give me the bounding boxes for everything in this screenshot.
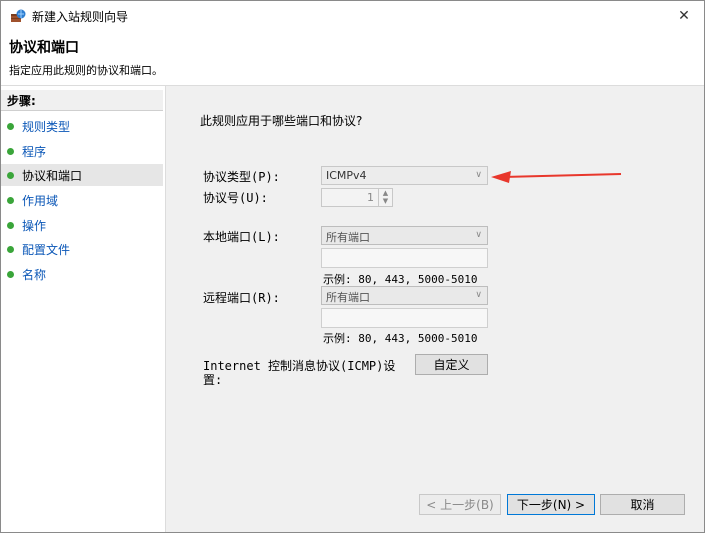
icmp-settings-label-cont: 置:	[203, 373, 223, 387]
steps-heading: 步骤:	[1, 90, 163, 111]
page-subtitle: 指定应用此规则的协议和端口。	[9, 64, 163, 77]
spin-arrows-icon[interactable]: ▲ ▼	[379, 188, 393, 207]
back-button[interactable]: < 上一步(B)	[419, 494, 501, 515]
remote-port-select[interactable]: 所有端口 ∨	[321, 286, 488, 305]
step-dot-icon	[7, 171, 14, 179]
content-panel: 此规则应用于哪些端口和协议? 协议类型(P): ICMPv4 ∨ 协议号(U):…	[166, 86, 704, 532]
step-dot-icon	[7, 221, 14, 229]
step-program[interactable]: 程序	[1, 140, 163, 162]
step-dot-icon	[7, 122, 14, 130]
local-port-select[interactable]: 所有端口 ∨	[321, 226, 488, 245]
customize-button[interactable]: 自定义	[415, 354, 488, 375]
protocol-number-stepper[interactable]: 1 ▲ ▼	[321, 188, 393, 207]
protocol-type-select[interactable]: ICMPv4 ∨	[321, 166, 488, 185]
close-button[interactable]: ✕	[664, 1, 704, 31]
step-dot-icon	[7, 270, 14, 278]
question-text: 此规则应用于哪些端口和协议?	[200, 114, 363, 128]
firewall-app-icon	[11, 9, 26, 22]
local-port-value: 所有端口	[326, 231, 370, 244]
local-port-label: 本地端口(L):	[203, 230, 280, 244]
page-title: 协议和端口	[9, 40, 79, 56]
step-dot-icon	[7, 245, 14, 253]
step-label: 作用域	[22, 193, 59, 208]
protocol-type-value: ICMPv4	[326, 169, 367, 182]
chevron-down-icon: ∨	[475, 290, 482, 300]
step-dot-icon	[7, 196, 14, 204]
step-label: 名称	[22, 267, 47, 282]
protocol-type-label: 协议类型(P):	[203, 170, 280, 184]
title-bar: 新建入站规则向导 ✕	[1, 1, 704, 31]
wizard-window: 新建入站规则向导 ✕ 协议和端口 指定应用此规则的协议和端口。 步骤: 规则类型…	[0, 0, 705, 533]
step-label: 配置文件	[22, 242, 71, 257]
page-header: 协议和端口 指定应用此规则的协议和端口。	[1, 31, 704, 86]
step-name[interactable]: 名称	[1, 263, 163, 285]
chevron-down-icon: ∨	[475, 230, 482, 240]
chevron-down-icon: ∨	[475, 170, 482, 180]
step-scope[interactable]: 作用域	[1, 189, 163, 211]
cancel-button[interactable]: 取消	[600, 494, 685, 515]
step-profile[interactable]: 配置文件	[1, 238, 163, 260]
icmp-settings-label: Internet 控制消息协议(ICMP)设	[203, 359, 396, 373]
remote-port-input[interactable]	[321, 308, 488, 328]
step-action[interactable]: 操作	[1, 214, 163, 236]
step-protocol-and-ports[interactable]: 协议和端口	[1, 164, 163, 186]
step-rule-type[interactable]: 规则类型	[1, 115, 163, 137]
local-port-input[interactable]	[321, 248, 488, 268]
remote-port-label: 远程端口(R):	[203, 291, 280, 305]
protocol-number-label: 协议号(U):	[203, 191, 268, 205]
protocol-number-value: 1	[321, 188, 379, 207]
step-label: 操作	[22, 218, 47, 233]
local-port-example: 示例: 80, 443, 5000-5010	[323, 273, 478, 286]
remote-port-example: 示例: 80, 443, 5000-5010	[323, 332, 478, 345]
window-title: 新建入站规则向导	[32, 10, 129, 24]
close-icon: ✕	[678, 8, 690, 24]
step-label: 协议和端口	[22, 168, 83, 183]
step-label: 程序	[22, 144, 47, 159]
annotation-arrow-icon	[491, 171, 622, 183]
next-button[interactable]: 下一步(N) >	[507, 494, 595, 515]
remote-port-value: 所有端口	[326, 291, 370, 304]
steps-panel: 步骤: 规则类型 程序 协议和端口 作用域 操作 配置文件 名称	[1, 86, 166, 532]
step-dot-icon	[7, 147, 14, 155]
step-label: 规则类型	[22, 119, 71, 134]
